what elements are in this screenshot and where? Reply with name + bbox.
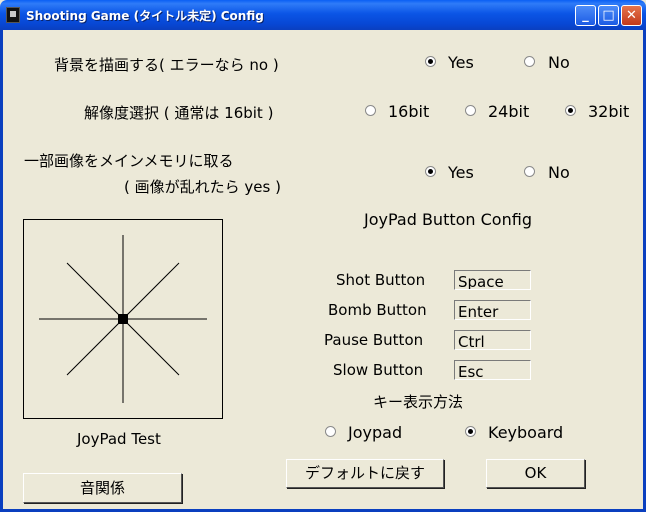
display-keyboard-radio[interactable] (465, 426, 476, 437)
res-32bit-radio[interactable] (565, 105, 576, 116)
window-title: Shooting Game (タイトル未定) Config (26, 9, 264, 23)
maximize-button[interactable]: □ (598, 5, 619, 26)
res-24bit-radio[interactable] (465, 105, 476, 116)
shot-key-field[interactable]: Space (454, 270, 531, 290)
joypad-crosshair (39, 235, 207, 403)
bomb-key-field[interactable]: Enter (454, 300, 531, 320)
pause-key-field[interactable]: Ctrl (454, 330, 531, 350)
pause-button-label: Pause Button (324, 331, 424, 349)
res-24bit-label[interactable]: 24bit (488, 102, 529, 121)
display-joypad-radio[interactable] (325, 426, 336, 437)
minimize-button[interactable]: _ (575, 5, 596, 26)
display-keyboard-label[interactable]: Keyboard (488, 423, 563, 442)
res-16bit-label[interactable]: 16bit (388, 102, 429, 121)
joypad-config-title: JoyPad Button Config (364, 210, 532, 229)
shot-button-label: Shot Button (336, 271, 426, 289)
title-bar[interactable]: Shooting Game (タイトル未定) Config _ □ ✕ (0, 0, 646, 30)
window-frame-left (0, 30, 3, 512)
memory-no-radio[interactable] (524, 166, 535, 177)
res-16bit-radio[interactable] (365, 105, 376, 116)
background-yes-radio[interactable] (425, 56, 436, 67)
resolution-label: 解像度選択 ( 通常は 16bit ) (84, 104, 274, 122)
sound-settings-button[interactable]: 音関係 (23, 473, 182, 503)
joypad-position-marker (118, 314, 128, 324)
joypad-test-label: JoyPad Test (77, 430, 161, 448)
main-memory-hint: ( 画像が乱れたら yes ) (124, 178, 281, 196)
slow-key-field[interactable]: Esc (454, 360, 531, 380)
background-yes-label[interactable]: Yes (448, 53, 474, 72)
main-memory-label: 一部画像をメインメモリに取る (24, 152, 234, 170)
memory-yes-label[interactable]: Yes (448, 163, 474, 182)
app-icon (6, 7, 20, 23)
bomb-button-label: Bomb Button (328, 301, 427, 319)
memory-yes-radio[interactable] (425, 166, 436, 177)
background-no-label[interactable]: No (548, 53, 570, 72)
close-button[interactable]: ✕ (621, 5, 642, 26)
display-joypad-label[interactable]: Joypad (348, 423, 402, 442)
restore-defaults-button[interactable]: デフォルトに戻す (286, 459, 444, 488)
slow-button-label: Slow Button (333, 361, 424, 379)
res-32bit-label[interactable]: 32bit (588, 102, 629, 121)
memory-no-label[interactable]: No (548, 163, 570, 182)
key-display-label: キー表示方法 (373, 393, 464, 411)
background-no-radio[interactable] (524, 56, 535, 67)
joypad-test-area (23, 219, 223, 419)
config-window: Shooting Game (タイトル未定) Config _ □ ✕ 背景を描… (0, 0, 646, 512)
background-label: 背景を描画する( エラーなら no ) (54, 56, 279, 74)
ok-button[interactable]: OK (486, 459, 585, 488)
